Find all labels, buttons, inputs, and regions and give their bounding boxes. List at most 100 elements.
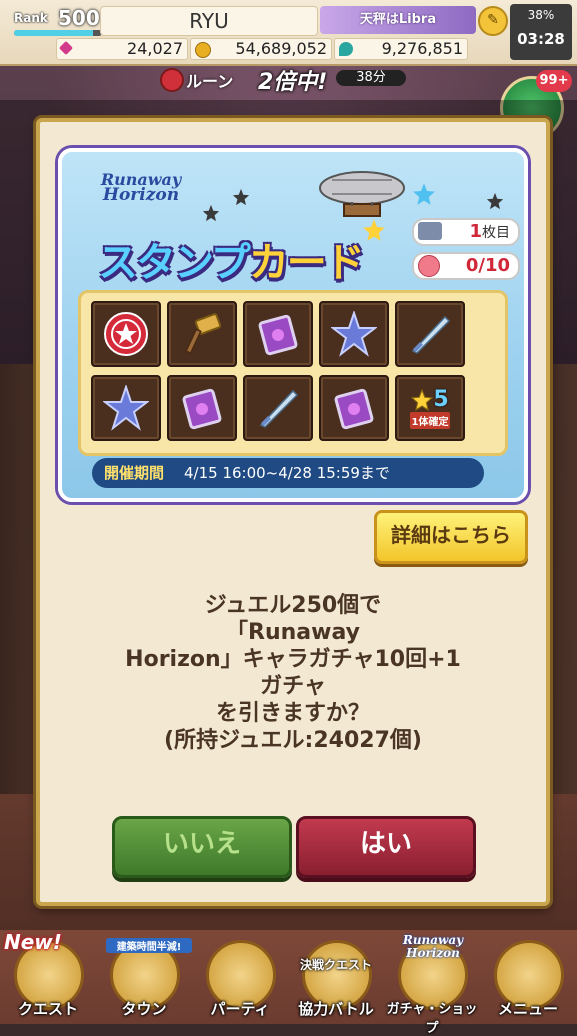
stamp-slot-bonus: 5 1体確定 bbox=[395, 375, 465, 441]
status-bar: Rank 500 RYU 天秤はLibra ✎ 38% 03:28 24,027… bbox=[0, 0, 577, 66]
coop-event-label: 決戦クエスト bbox=[299, 958, 372, 972]
nav-quest-label: クエスト bbox=[17, 1000, 78, 1018]
spellbook-icon bbox=[334, 388, 374, 430]
nav-quest[interactable]: New! クエスト bbox=[0, 930, 96, 1024]
nav-menu-label: メニュー bbox=[497, 1000, 558, 1018]
stamp-card-title: スタンプカード bbox=[98, 230, 418, 290]
stamp-slot bbox=[91, 301, 161, 367]
town-badge: 建築時間半減! bbox=[106, 938, 192, 953]
nav-party[interactable]: パーティ bbox=[192, 934, 288, 1024]
gacha-event-logo: Runaway Horizon bbox=[388, 934, 478, 960]
rank-label: Rank bbox=[14, 11, 48, 25]
message-line: を引きますか？ bbox=[215, 701, 370, 726]
drop-counter[interactable]: 9,276,851 bbox=[334, 38, 468, 60]
nav-gacha-shop-label: ガチャ・ショップ bbox=[386, 1002, 478, 1036]
rune-multiplier: 2倍中! bbox=[258, 70, 328, 95]
message-line: 「Runaway bbox=[226, 620, 360, 645]
stamp-title-part-2: カード bbox=[248, 240, 365, 286]
bottom-navigation: New! クエスト 建築時間半減! タウン パーティ 決戦クエスト 協力バトル … bbox=[0, 930, 577, 1036]
bonus-star-value: 5 bbox=[433, 387, 449, 412]
coin-counter[interactable]: 54,689,052 bbox=[190, 38, 332, 60]
period-value: 4/15 16:00~4/28 15:59まで bbox=[184, 464, 390, 482]
card-number-unit: 枚目 bbox=[482, 225, 510, 241]
currency-row: 24,027 54,689,052 9,276,851 bbox=[6, 38, 506, 60]
sword-icon bbox=[411, 315, 451, 354]
five-star-badge: 5 bbox=[411, 387, 449, 412]
rank-box[interactable]: Rank 500 bbox=[6, 4, 102, 36]
stamp-slot bbox=[91, 375, 161, 441]
gacha-event-line-2: Horizon bbox=[406, 946, 460, 960]
gift-count-badge: 99+ bbox=[536, 70, 572, 92]
rank-progress-bar bbox=[14, 30, 102, 36]
gacha-confirm-dialog: Runaway Horizon スタンプカード 1枚目 0/10 5 1体確定 … bbox=[36, 118, 550, 906]
battery-level: 38% bbox=[527, 8, 555, 22]
stamp-slot bbox=[319, 301, 389, 367]
gem-counter[interactable]: 24,027 bbox=[56, 38, 188, 60]
bonus-guarantee-label: 1体確定 bbox=[409, 412, 451, 429]
gem-count: 24,027 bbox=[127, 39, 183, 58]
nav-menu[interactable]: メニュー bbox=[480, 934, 576, 1024]
stamp-slot bbox=[167, 301, 237, 367]
details-button[interactable]: 詳細はこちら bbox=[374, 510, 528, 564]
yes-button[interactable]: はい bbox=[296, 816, 476, 878]
stamp-slot bbox=[167, 375, 237, 441]
star-crystal-icon bbox=[331, 311, 377, 357]
stamp-title-part-1: スタンプ bbox=[98, 240, 251, 286]
rune-time-left: 38分 bbox=[336, 70, 406, 86]
runaway-horizon-logo: Runaway Horizon bbox=[86, 170, 196, 205]
rune-boost-bar: ルーン 2倍中! 38分 bbox=[160, 66, 410, 95]
star-decoration-icon bbox=[413, 183, 435, 205]
nav-gacha-shop[interactable]: Runaway Horizon ガチャ・ショップ bbox=[384, 934, 480, 1036]
spellbook-icon bbox=[182, 388, 222, 430]
stamp-icon bbox=[418, 255, 440, 277]
message-line: (所持ジュエル:24027個) bbox=[164, 728, 422, 753]
drop-icon bbox=[339, 42, 353, 56]
spellbook-icon bbox=[258, 314, 298, 356]
stamp-slot bbox=[395, 301, 465, 367]
nav-coop-battle-label: 協力バトル bbox=[298, 1000, 374, 1018]
red-stamp-icon bbox=[104, 312, 148, 356]
nav-party-label: パーティ bbox=[210, 1000, 270, 1018]
star-crystal-icon bbox=[103, 385, 149, 431]
clock: 03:28 bbox=[517, 30, 565, 48]
stamp-progress-pill: 0/10 bbox=[412, 252, 520, 280]
star-decoration-icon bbox=[202, 204, 220, 222]
confirm-message: ジュエル250個で 「Runaway Horizon」キャラガチャ10回+1 ガ… bbox=[80, 592, 506, 754]
card-number-pill: 1枚目 bbox=[412, 218, 520, 246]
no-button[interactable]: いいえ bbox=[112, 816, 292, 878]
card-icon bbox=[418, 222, 442, 240]
drop-count: 9,276,851 bbox=[381, 39, 463, 58]
nav-town[interactable]: 建築時間半減! タウン bbox=[96, 934, 192, 1024]
card-number: 1 bbox=[469, 221, 482, 242]
event-banner[interactable]: 天秤はLibra bbox=[320, 6, 476, 34]
device-status: 38% 03:28 bbox=[510, 4, 572, 60]
period-label: 開催期間 bbox=[104, 464, 165, 482]
event-period-bar: 開催期間 4/15 16:00~4/28 15:59まで bbox=[92, 458, 484, 488]
star-decoration-icon bbox=[486, 192, 504, 210]
stamp-card-panel: Runaway Horizon スタンプカード 1枚目 0/10 5 1体確定 … bbox=[58, 148, 528, 502]
sword-icon bbox=[259, 389, 299, 428]
nav-coop-battle[interactable]: 決戦クエスト 協力バトル bbox=[288, 934, 384, 1024]
airship-icon bbox=[319, 171, 405, 217]
nav-town-label: タウン bbox=[121, 1000, 167, 1018]
gold-star-icon bbox=[411, 388, 434, 411]
star-decoration-icon bbox=[232, 188, 250, 206]
rune-icon bbox=[160, 68, 184, 92]
new-tag: New! bbox=[4, 930, 62, 954]
message-line: Horizon」キャラガチャ10回+1 bbox=[125, 647, 461, 672]
stamp-progress: 0/10 bbox=[465, 255, 510, 276]
coin-icon bbox=[195, 42, 211, 58]
stamp-grid: 5 1体確定 bbox=[78, 290, 508, 456]
stamp-slot bbox=[319, 375, 389, 441]
rank-value: 500 bbox=[58, 6, 100, 30]
stamp-slot bbox=[243, 375, 313, 441]
stamp-slot bbox=[243, 301, 313, 367]
gem-icon bbox=[58, 40, 74, 56]
hammer-icon bbox=[185, 313, 222, 355]
player-name[interactable]: RYU bbox=[100, 6, 318, 36]
rune-label: ルーン bbox=[186, 72, 234, 91]
message-line: ジュエル250個で bbox=[204, 593, 382, 618]
coin-count: 54,689,052 bbox=[235, 39, 327, 58]
edit-pencil-icon[interactable]: ✎ bbox=[478, 6, 508, 36]
message-line: ガチャ bbox=[260, 674, 326, 699]
